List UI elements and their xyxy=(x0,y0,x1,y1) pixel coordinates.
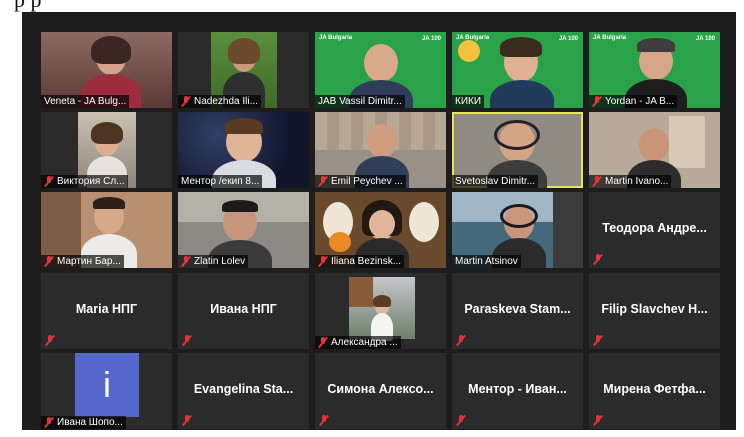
microphone-muted-icon xyxy=(592,176,602,187)
participant-name-tag: Yordan - JA B... xyxy=(589,95,678,108)
microphone-muted-icon xyxy=(318,337,328,348)
microphone-muted-icon xyxy=(44,256,54,267)
pumpkin-decoration xyxy=(329,232,351,252)
ja-100-badge: JA 100 xyxy=(695,36,715,42)
microphone-muted-icon xyxy=(456,415,466,426)
participant-name: Maria НПГ xyxy=(75,302,138,316)
ja-bulgaria-logo: JA Bulgaria xyxy=(319,35,353,41)
participant-name-tag: Veneta - JA Bulg... xyxy=(41,95,130,108)
participant-tile-active-speaker[interactable]: Svetoslav Dimitr... xyxy=(452,112,583,188)
participant-name-tag: КИКИ xyxy=(452,95,485,108)
participant-hair xyxy=(637,38,675,52)
participant-tile[interactable]: Iliana Bezinsk... xyxy=(315,192,446,268)
headphones-icon xyxy=(494,120,540,150)
microphone-muted-icon xyxy=(319,415,329,426)
participant-tile[interactable]: Emil Peychev ... xyxy=(315,112,446,188)
microphone-muted-icon xyxy=(182,415,192,426)
participant-name-tag: Martin Atsinov xyxy=(452,255,521,268)
participant-tile[interactable]: JA Bulgaria JA 100 Yordan - JA B... xyxy=(589,32,720,108)
participant-name: Evangelina Sta... xyxy=(193,382,294,396)
participant-name-tag: Ивана Шопо... xyxy=(41,416,126,429)
ja-100-badge: JA 100 xyxy=(421,36,441,42)
ja-100-badge: JA 100 xyxy=(558,36,578,42)
participant-video-portrait xyxy=(349,277,415,341)
participant-face xyxy=(364,44,398,82)
participant-tile-no-video[interactable]: Paraskeva Stam... xyxy=(452,273,583,349)
page-header-crop: p p xyxy=(0,0,744,12)
participant-tile[interactable]: i Ивана Шопо... xyxy=(41,353,172,429)
participant-tile[interactable]: Ментор /екип 8... xyxy=(178,112,309,188)
participant-tile-no-video[interactable]: Evangelina Sta... xyxy=(178,353,309,429)
participant-tile-no-video[interactable]: Maria НПГ xyxy=(41,273,172,349)
participant-tile-no-video[interactable]: Мирена Фетфа... xyxy=(589,353,720,429)
participant-tile[interactable]: Zlatin Lolev xyxy=(178,192,309,268)
participant-tile[interactable]: JA Bulgaria JA 100 JAB Vassil Dimitr... xyxy=(315,32,446,108)
participant-tile-no-video[interactable]: Ивана НПГ xyxy=(178,273,309,349)
participant-tile[interactable]: Александра ... xyxy=(315,273,446,349)
microphone-muted-icon xyxy=(593,335,603,346)
participant-name: Теодора Андре... xyxy=(602,221,707,235)
microphone-muted-icon xyxy=(44,417,54,428)
participant-name: Симона Алексо... xyxy=(327,382,434,396)
participant-name: Ивана НПГ xyxy=(210,302,277,316)
participant-hair xyxy=(222,200,258,212)
participant-tile[interactable]: Мартин Бар... xyxy=(41,192,172,268)
ja-bulgaria-logo: JA Bulgaria xyxy=(593,35,627,41)
participant-tile-no-video[interactable]: Теодора Андре... xyxy=(589,192,720,268)
participant-face xyxy=(639,128,669,162)
background-ghost-decoration xyxy=(409,202,439,242)
participant-name: Ментор - Иван... xyxy=(468,382,567,396)
profile-avatar: i xyxy=(75,353,139,417)
participant-name-tag: Emil Peychev ... xyxy=(315,175,406,188)
participant-name-tag: Zlatin Lolev xyxy=(178,255,249,268)
waving-hand-emoji xyxy=(458,40,480,62)
video-gallery: Veneta - JA Bulg... Nadezhda Ili... JA B… xyxy=(22,12,736,430)
participant-tile[interactable]: Martin Atsinov xyxy=(452,192,583,268)
participant-name-tag: Ментор /екип 8... xyxy=(178,175,263,188)
participant-hair xyxy=(91,36,131,64)
microphone-muted-icon xyxy=(593,254,603,265)
participant-hair xyxy=(225,118,263,134)
participant-name: Мирена Фетфа... xyxy=(603,382,706,396)
participant-tile[interactable]: Виктория Сл... xyxy=(41,112,172,188)
participant-name-tag: Мартин Бар... xyxy=(41,255,124,268)
participant-name-tag: JAB Vassil Dimitr... xyxy=(315,95,405,108)
microphone-muted-icon xyxy=(318,176,328,187)
participant-hair xyxy=(93,197,125,209)
participant-name-tag: Nadezhda Ili... xyxy=(178,95,261,108)
microphone-muted-icon xyxy=(592,96,602,107)
participant-name-tag: Александра ... xyxy=(315,336,401,349)
participant-tile[interactable]: Martin Ivano... xyxy=(589,112,720,188)
headphones-icon xyxy=(500,204,538,228)
participant-tile[interactable]: Nadezhda Ili... xyxy=(178,32,309,108)
participant-name-tag: Svetoslav Dimitr... xyxy=(452,175,539,188)
participant-tile-no-video[interactable]: Симона Алексо... xyxy=(315,353,446,429)
microphone-muted-icon xyxy=(181,256,191,267)
header-text: p p xyxy=(14,0,42,12)
microphone-muted-icon xyxy=(45,335,55,346)
microphone-muted-icon xyxy=(44,176,54,187)
participant-face-front xyxy=(369,210,395,238)
participant-name-tag: Iliana Bezinsk... xyxy=(315,255,405,268)
microphone-muted-icon xyxy=(181,96,191,107)
participant-face xyxy=(367,124,397,158)
participant-tile[interactable]: JA Bulgaria JA 100 КИКИ xyxy=(452,32,583,108)
microphone-muted-icon xyxy=(318,256,328,267)
participant-name: Filip Slavchev Н... xyxy=(601,302,708,316)
participant-tile-no-video[interactable]: Ментор - Иван... xyxy=(452,353,583,429)
participant-tile[interactable]: Veneta - JA Bulg... xyxy=(41,32,172,108)
microphone-muted-icon xyxy=(182,335,192,346)
participant-tile-no-video[interactable]: Filip Slavchev Н... xyxy=(589,273,720,349)
participant-name: Paraskeva Stam... xyxy=(464,302,571,316)
microphone-muted-icon xyxy=(593,415,603,426)
participant-hair xyxy=(500,37,542,57)
microphone-muted-icon xyxy=(456,335,466,346)
participant-name-tag: Виктория Сл... xyxy=(41,175,128,188)
participant-name-tag: Martin Ivano... xyxy=(589,175,672,188)
participant-body xyxy=(490,80,554,108)
